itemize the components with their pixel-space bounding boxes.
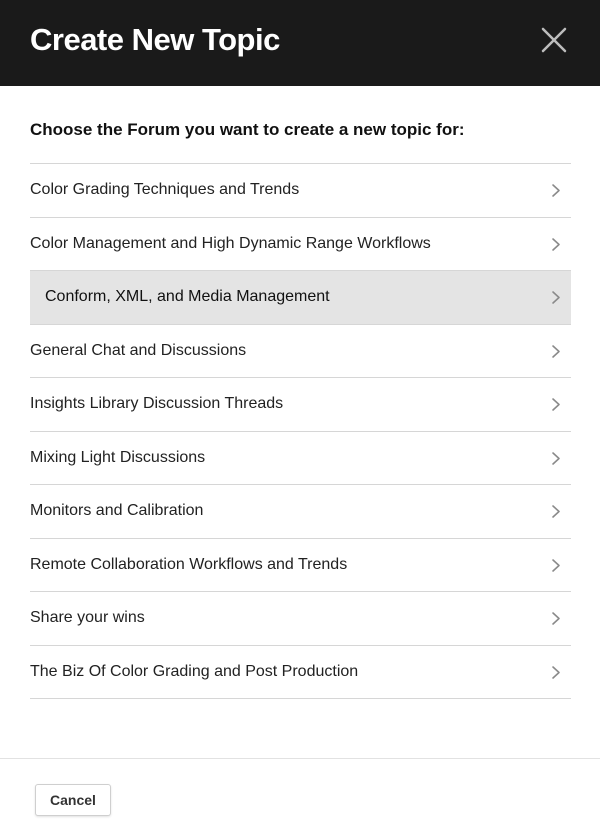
forum-item[interactable]: Remote Collaboration Workflows and Trend… — [30, 539, 571, 592]
cancel-button[interactable]: Cancel — [35, 784, 111, 816]
forum-item-label: Color Management and High Dynamic Range … — [30, 234, 431, 252]
forum-item[interactable]: Color Management and High Dynamic Range … — [30, 218, 571, 271]
forum-item[interactable]: Monitors and Calibration — [30, 485, 571, 539]
forum-item[interactable]: Share your wins — [30, 592, 571, 646]
forum-item-label: General Chat and Discussions — [30, 341, 247, 359]
forum-item-label: Share your wins — [30, 609, 145, 626]
close-icon — [541, 27, 567, 53]
forum-item-label: Color Grading Techniques and Trends — [30, 181, 300, 198]
create-topic-dialog: Create New Topic Choose the Forum you wa… — [0, 0, 600, 840]
footer-divider — [0, 758, 600, 759]
chevron-right-icon — [551, 504, 561, 519]
dialog-header: Create New Topic — [0, 0, 600, 86]
forum-item[interactable]: The Biz Of Color Grading and Post Produc… — [30, 646, 571, 699]
chevron-right-icon — [551, 344, 561, 359]
forum-item-label: Monitors and Calibration — [30, 502, 204, 519]
chevron-right-icon — [551, 558, 561, 573]
chevron-right-icon — [551, 611, 561, 626]
forum-item-label: The Biz Of Color Grading and Post Produc… — [30, 662, 359, 680]
forum-list: Color Grading Techniques and Trends Color… — [30, 163, 571, 699]
forum-item[interactable]: Mixing Light Discussions — [30, 432, 571, 485]
chevron-right-icon — [551, 290, 561, 305]
chevron-right-icon — [551, 237, 561, 252]
forum-item-label: Mixing Light Discussions — [30, 448, 206, 466]
forum-item[interactable]: Insights Library Discussion Threads — [30, 378, 571, 432]
forum-item-label: Conform, XML, and Media Management — [45, 288, 330, 305]
forum-item-label: Insights Library Discussion Threads — [30, 395, 284, 412]
chevron-right-icon — [551, 451, 561, 466]
chevron-right-icon — [551, 183, 561, 198]
chevron-right-icon — [551, 665, 561, 680]
chevron-right-icon — [551, 397, 561, 412]
forum-item[interactable]: Color Grading Techniques and Trends — [30, 164, 571, 218]
forum-prompt: Choose the Forum you want to create a ne… — [30, 120, 465, 139]
forum-item[interactable]: General Chat and Discussions — [30, 325, 571, 378]
close-button[interactable] — [537, 23, 571, 57]
forum-item[interactable]: Conform, XML, and Media Management — [30, 271, 571, 325]
dialog-title: Create New Topic — [30, 22, 280, 57]
forum-item-label: Remote Collaboration Workflows and Trend… — [30, 555, 348, 573]
